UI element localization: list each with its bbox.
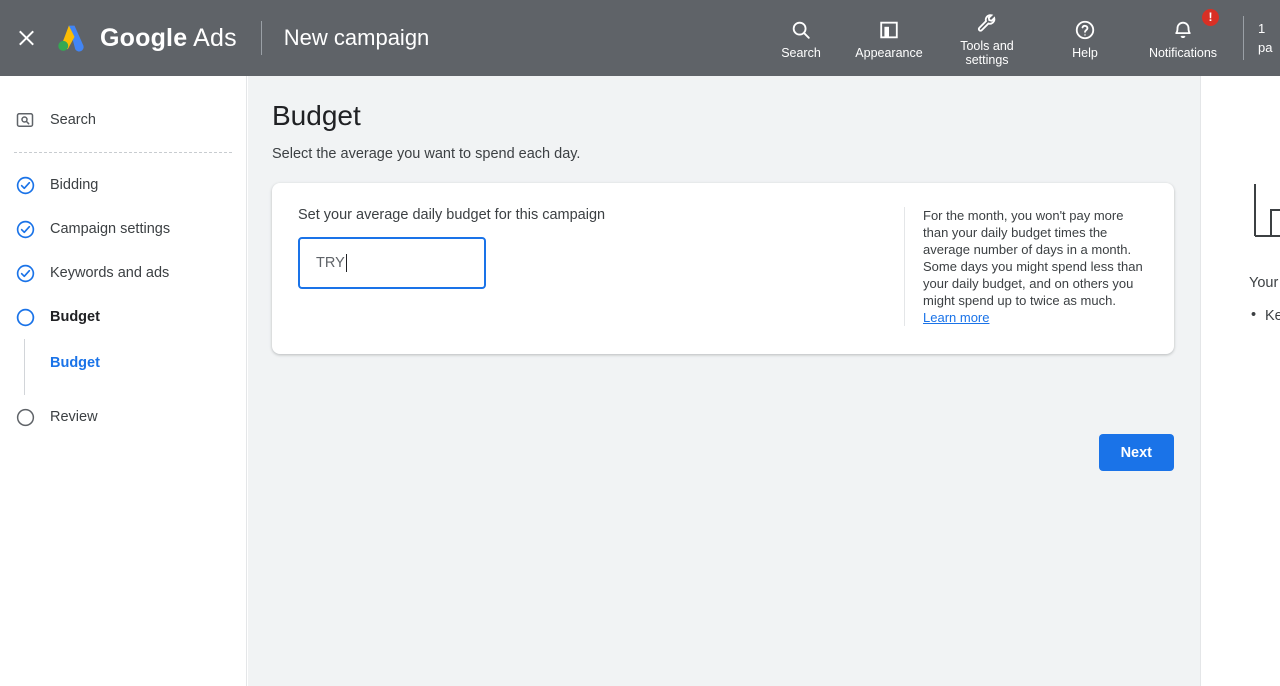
sidebar-item-search[interactable]: Search bbox=[0, 98, 246, 142]
close-button[interactable] bbox=[0, 0, 52, 76]
sidebar-connector-line bbox=[24, 339, 25, 395]
check-circle-icon bbox=[14, 218, 36, 240]
toolbar-tools-settings-label: Tools and settings bbox=[960, 38, 1014, 67]
toolbar-search-label: Search bbox=[781, 45, 821, 60]
account-info-clipped[interactable]: 1 pa bbox=[1258, 0, 1280, 76]
budget-card: Set your average daily budget for this c… bbox=[272, 183, 1174, 354]
brand-name-bold: Google bbox=[100, 23, 188, 52]
sidebar-item-bidding[interactable]: Bidding bbox=[0, 163, 246, 207]
toolbar-search-button[interactable]: Search bbox=[757, 0, 845, 76]
page-subtitle: Select the average you want to spend eac… bbox=[272, 146, 581, 162]
header-right-divider bbox=[1243, 16, 1244, 60]
header-divider bbox=[260, 21, 262, 55]
budget-field-label: Set your average daily budget for this c… bbox=[298, 207, 606, 223]
help-circle-icon bbox=[1074, 17, 1096, 43]
account-line-2: pa bbox=[1258, 40, 1273, 55]
chart-illustration-icon bbox=[1249, 176, 1280, 246]
check-circle-icon bbox=[14, 174, 36, 196]
account-line-1: 1 bbox=[1258, 21, 1266, 36]
budget-input-value: TRY bbox=[316, 255, 345, 271]
sidebar-item-review-label: Review bbox=[50, 409, 98, 425]
sidebar-item-campaign-settings[interactable]: Campaign settings bbox=[0, 207, 246, 251]
sidebar-divider bbox=[14, 152, 232, 153]
google-ads-logo-icon bbox=[58, 25, 84, 52]
wrench-icon bbox=[976, 10, 998, 36]
sidebar-item-budget-label: Budget bbox=[50, 309, 100, 325]
brand-name-light: Ads bbox=[193, 23, 237, 52]
budget-help-panel: For the month, you won't pay more than y… bbox=[904, 207, 1174, 326]
budget-form: Set your average daily budget for this c… bbox=[272, 207, 904, 326]
toolbar-help-label: Help bbox=[1072, 45, 1098, 60]
sidebar-item-keywords-and-ads[interactable]: Keywords and ads bbox=[0, 251, 246, 295]
sidebar-item-budget[interactable]: Budget bbox=[0, 295, 246, 339]
setup-sidebar: Search Bidding Campaign settings Keyword… bbox=[0, 76, 247, 686]
sidebar-item-review[interactable]: Review bbox=[0, 395, 246, 439]
app-header: Google Ads New campaign Search Appearanc… bbox=[0, 0, 1280, 76]
budget-help-text: For the month, you won't pay more than y… bbox=[923, 207, 1150, 326]
toolbar-appearance-button[interactable]: Appearance bbox=[845, 0, 933, 76]
toolbar-appearance-label: Appearance bbox=[855, 45, 923, 60]
toolbar-notifications-label: Notifications bbox=[1148, 45, 1218, 60]
page-title: Budget bbox=[272, 100, 361, 131]
main-content: Budget Select the average you want to sp… bbox=[248, 76, 1200, 686]
search-box-icon bbox=[14, 109, 36, 131]
brand-text: Google Ads bbox=[100, 24, 237, 53]
sidebar-item-keywords-and-ads-label: Keywords and ads bbox=[50, 265, 170, 281]
learn-more-link[interactable]: Learn more bbox=[923, 310, 989, 325]
sidebar-item-bidding-label: Bidding bbox=[50, 177, 99, 193]
next-button-row: Next bbox=[272, 434, 1174, 471]
text-caret bbox=[345, 254, 347, 272]
header-tools: Search Appearance Tools and settings Hel… bbox=[757, 0, 1280, 76]
appearance-icon bbox=[878, 17, 900, 43]
sidebar-item-search-label: Search bbox=[50, 112, 96, 128]
budget-help-paragraph: For the month, you won't pay more than y… bbox=[923, 208, 1143, 308]
sidebar-subitems: Budget bbox=[0, 339, 246, 395]
estimates-panel: Your estimates will be shown here Keywor… bbox=[1200, 76, 1280, 686]
search-icon bbox=[790, 17, 812, 43]
estimates-panel-title: Your estimates will be shown here bbox=[1249, 275, 1280, 291]
header-page-title: New campaign bbox=[283, 25, 430, 50]
sidebar-subitem-budget[interactable]: Budget bbox=[50, 355, 100, 371]
estimates-panel-inner: Your estimates will be shown here Keywor… bbox=[1249, 76, 1280, 324]
toolbar-help-button[interactable]: Help bbox=[1041, 0, 1129, 76]
circle-outline-icon bbox=[14, 406, 36, 428]
sidebar-item-campaign-settings-label: Campaign settings bbox=[50, 221, 171, 237]
toolbar-tools-settings-button[interactable]: Tools and settings bbox=[933, 0, 1041, 76]
notifications-badge: ! bbox=[1202, 9, 1219, 26]
close-x-icon bbox=[17, 29, 36, 48]
next-button[interactable]: Next bbox=[1098, 434, 1174, 471]
toolbar-notifications-button[interactable]: ! Notifications bbox=[1129, 0, 1237, 76]
body-wrapper: Search Bidding Campaign settings Keyword… bbox=[0, 76, 1280, 686]
circle-outline-icon bbox=[14, 306, 36, 328]
check-circle-icon bbox=[14, 262, 36, 284]
estimates-panel-bullet: Keywords bbox=[1249, 307, 1280, 324]
bell-icon bbox=[1172, 17, 1194, 43]
budget-input[interactable]: TRY bbox=[298, 237, 486, 289]
google-ads-brand[interactable]: Google Ads bbox=[52, 20, 237, 56]
